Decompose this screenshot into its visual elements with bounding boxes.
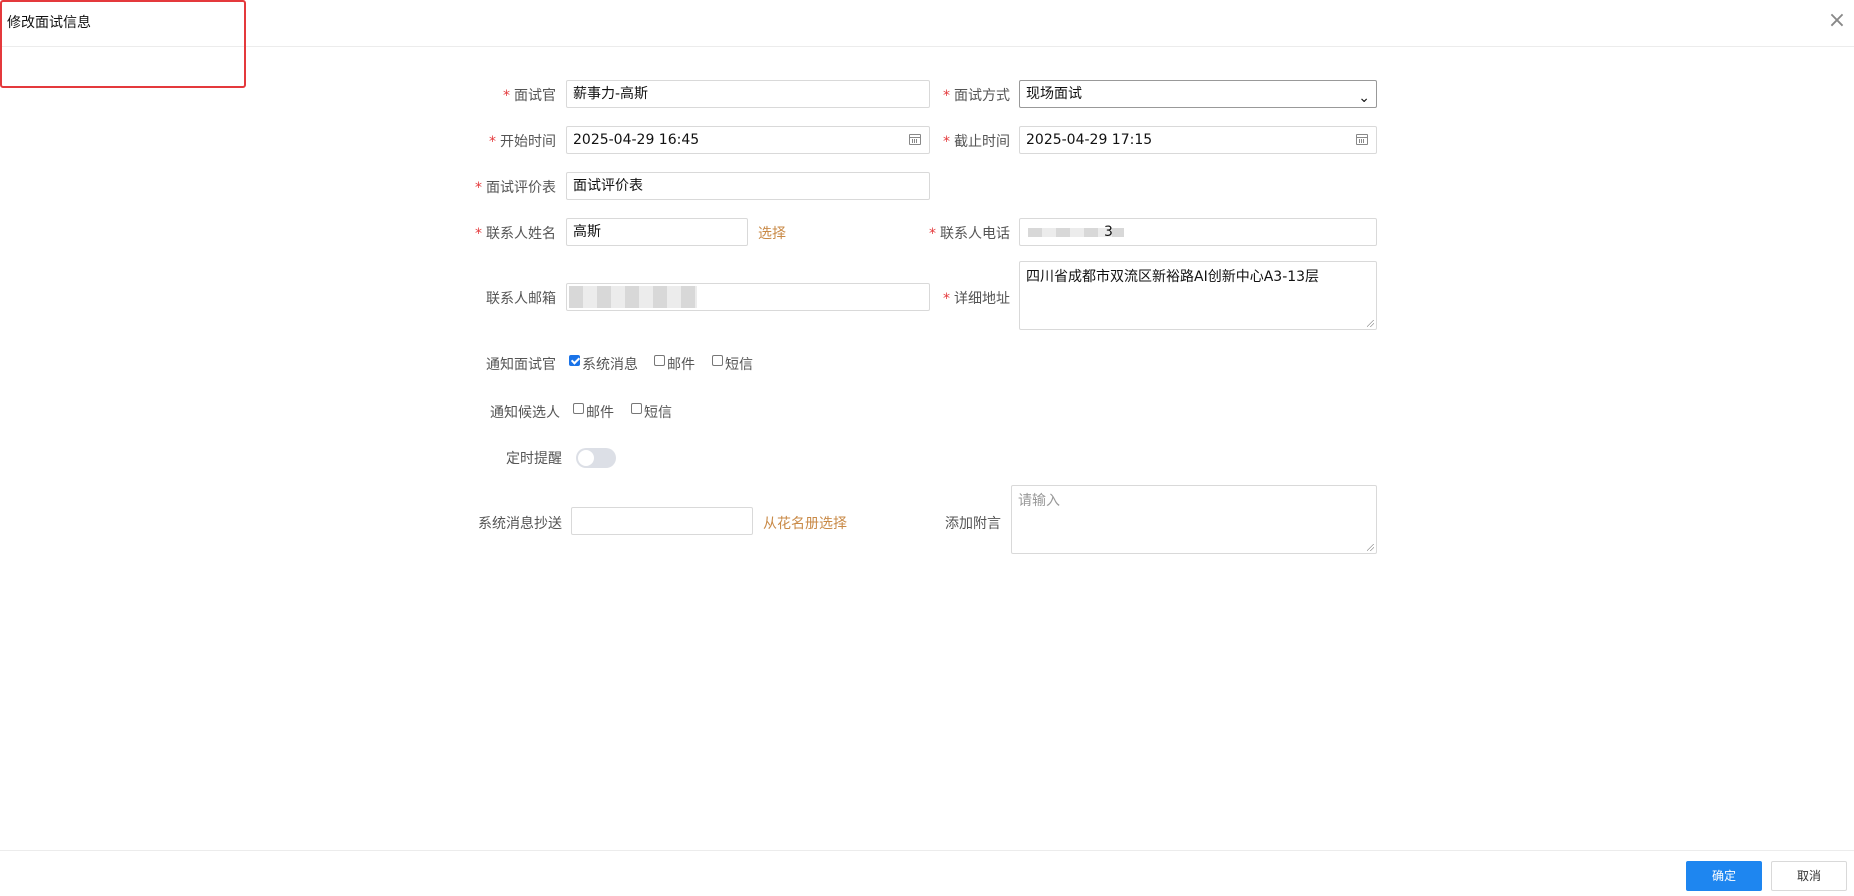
chevron-down-icon: ⌄ — [1358, 90, 1370, 106]
dialog-header: 修改面试信息 × — [0, 0, 1854, 47]
interviewer-input[interactable]: 薪事力-高斯 — [566, 80, 930, 108]
contact-email-label: 联系人邮箱 — [486, 291, 556, 307]
checkbox-interviewer-sms[interactable] — [712, 355, 723, 366]
method-label: * 面试方式 — [943, 88, 1010, 104]
notify-interviewer-label: 通知面试官 — [486, 357, 556, 373]
select-from-roster-link[interactable]: 从花名册选择 — [763, 513, 847, 533]
evaluation-input[interactable]: 面试评价表 — [566, 172, 930, 200]
calendar-icon[interactable] — [1356, 134, 1368, 145]
checkbox-candidate-sms[interactable] — [631, 403, 642, 414]
note-label: 添加附言 — [945, 516, 1001, 532]
start-time-label: * 开始时间 — [489, 134, 556, 150]
checkbox-interviewer-sms-label: 短信 — [725, 357, 753, 373]
select-contact-link[interactable]: 选择 — [758, 223, 786, 243]
resize-handle[interactable] — [1367, 544, 1374, 551]
redacted-email — [569, 286, 697, 308]
resize-handle[interactable] — [1367, 320, 1374, 327]
contact-name-label: * 联系人姓名 — [475, 226, 556, 242]
checkbox-interviewer-email-label: 邮件 — [667, 357, 695, 373]
toggle-knob — [578, 450, 594, 466]
evaluation-label: * 面试评价表 — [475, 180, 556, 196]
checkbox-interviewer-email[interactable] — [654, 355, 665, 366]
note-textarea[interactable]: 请输入 — [1011, 485, 1377, 554]
contact-phone-label: * 联系人电话 — [929, 226, 1010, 242]
end-time-input[interactable]: 2025-04-29 17:15 — [1019, 126, 1377, 154]
notify-candidate-label: 通知候选人 — [490, 405, 560, 421]
contact-phone-input[interactable]: 3 — [1019, 218, 1377, 246]
checkbox-system-message-label: 系统消息 — [582, 357, 638, 373]
cc-label: 系统消息抄送 — [478, 516, 562, 532]
end-time-label: * 截止时间 — [943, 134, 1010, 150]
highlight-box — [0, 0, 246, 88]
cancel-button[interactable]: 取消 — [1771, 861, 1847, 891]
footer-divider — [0, 850, 1854, 851]
checkbox-candidate-email-label: 邮件 — [586, 405, 614, 421]
close-icon[interactable]: × — [1826, 10, 1848, 32]
confirm-button[interactable]: 确定 — [1686, 861, 1762, 891]
start-time-input[interactable]: 2025-04-29 16:45 — [566, 126, 930, 154]
timed-reminder-label: 定时提醒 — [506, 451, 562, 467]
method-select[interactable]: 现场面试 ⌄ — [1019, 80, 1377, 108]
contact-name-input[interactable]: 高斯 — [566, 218, 748, 246]
interviewer-label: * 面试官 — [503, 88, 556, 104]
cc-input[interactable] — [571, 507, 753, 535]
contact-email-input[interactable] — [566, 283, 930, 311]
address-textarea[interactable]: 四川省成都市双流区新裕路AI创新中心A3-13层 — [1019, 261, 1377, 330]
checkbox-candidate-sms-label: 短信 — [644, 405, 672, 421]
checkbox-system-message[interactable] — [569, 355, 580, 366]
address-label: * 详细地址 — [943, 291, 1010, 307]
checkbox-candidate-email[interactable] — [573, 403, 584, 414]
timed-reminder-toggle[interactable] — [576, 448, 616, 468]
